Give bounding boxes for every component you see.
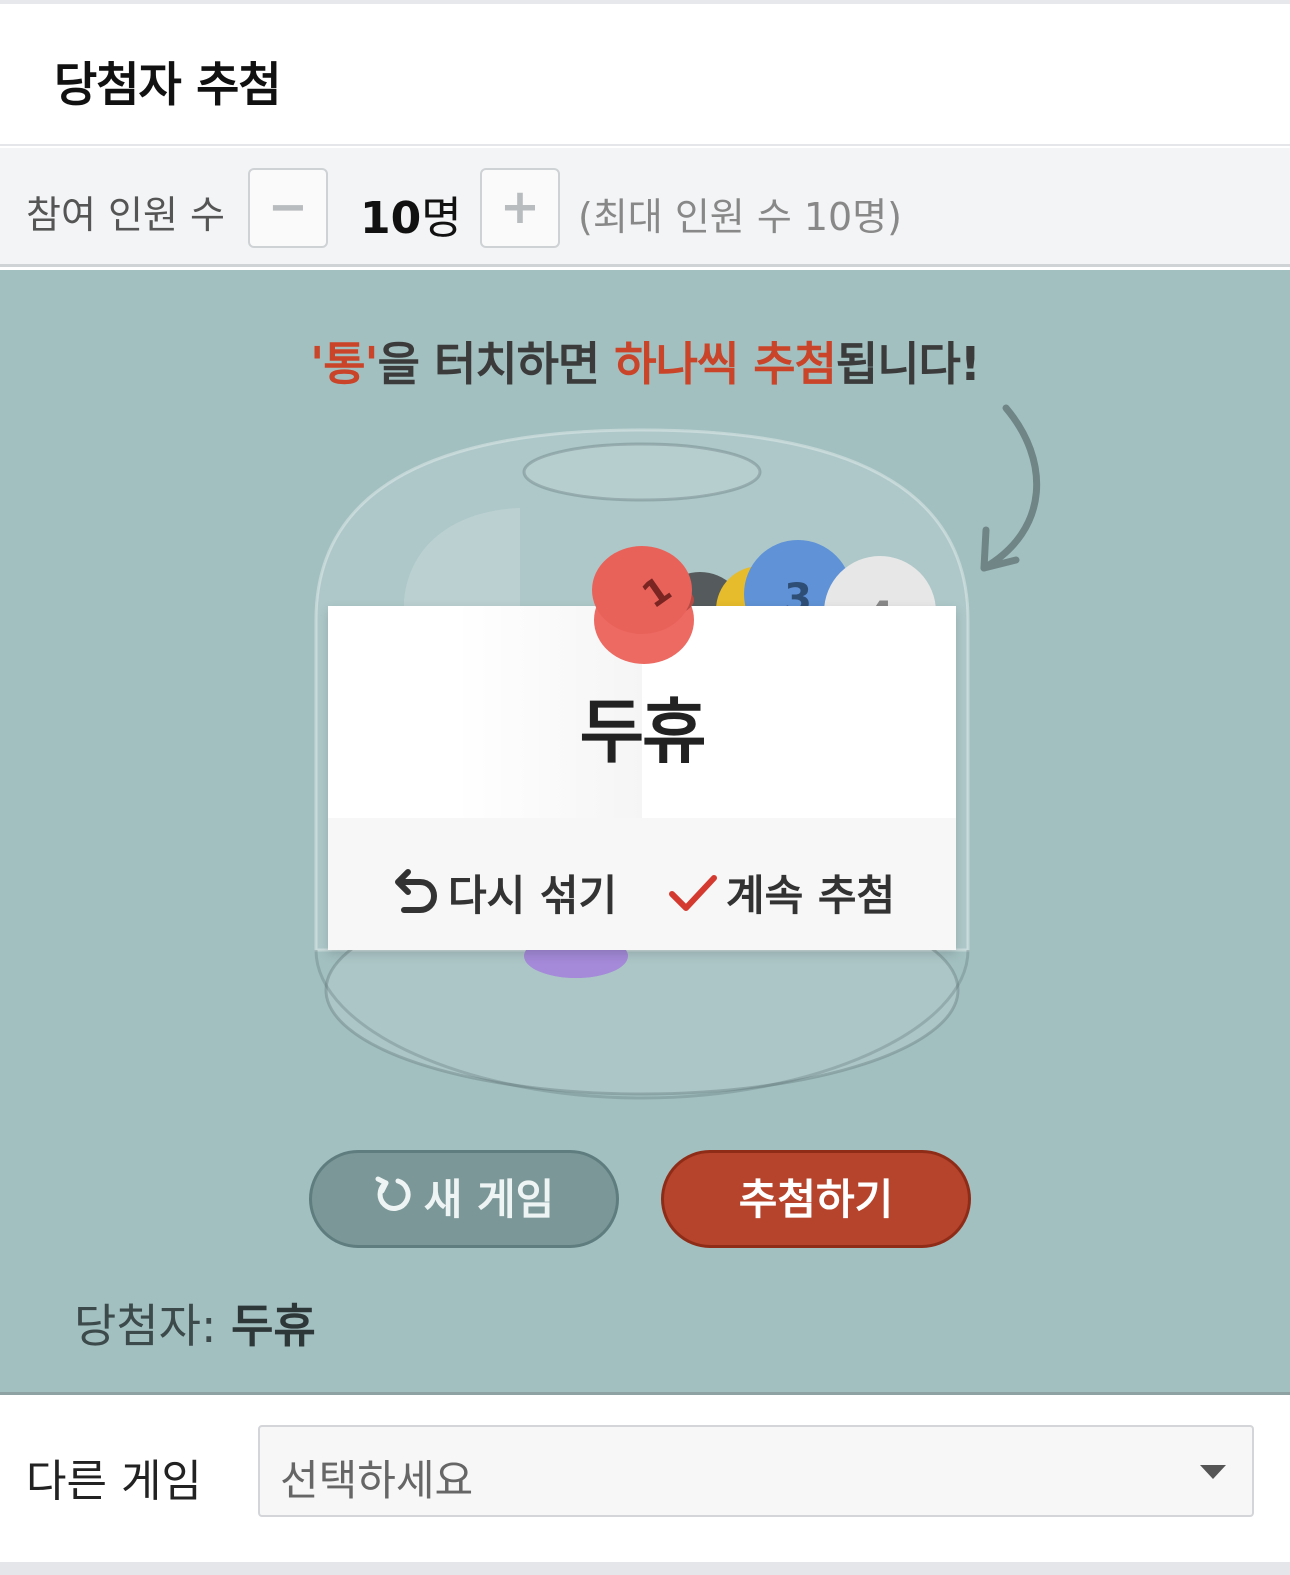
continue-draw-button[interactable]: 계속 추첨 bbox=[668, 862, 895, 923]
continue-draw-label: 계속 추첨 bbox=[726, 871, 896, 920]
page-header: 당첨자 추첨 bbox=[0, 4, 1290, 146]
winner-name: 두휴 bbox=[231, 1299, 316, 1353]
new-game-button[interactable]: 새 게임 bbox=[309, 1150, 619, 1248]
winner-prefix: 당첨자: bbox=[74, 1299, 217, 1353]
undo-icon bbox=[390, 868, 440, 918]
participant-count-value: 10명 bbox=[360, 182, 462, 246]
check-icon bbox=[668, 868, 718, 918]
page-title: 당첨자 추첨 bbox=[54, 58, 282, 113]
result-actions: 다시 섞기 계속 추첨 bbox=[328, 818, 956, 950]
decrease-button[interactable]: − bbox=[248, 168, 328, 248]
refresh-icon bbox=[374, 1152, 414, 1246]
other-game-section: 다른 게임 선택하세요 bbox=[0, 1392, 1290, 1562]
participant-count-bar: 참여 인원 수 − 10명 + (최대 인원 수 10명) bbox=[0, 148, 1290, 267]
ball-1: 1 bbox=[592, 546, 694, 664]
winner-summary: 당첨자: 두휴 bbox=[74, 1290, 316, 1356]
shuffle-again-button[interactable]: 다시 섞기 bbox=[390, 862, 617, 923]
instruction-part2: 됩니다! bbox=[835, 337, 981, 391]
instruction-part1: 을 터치하면 bbox=[377, 337, 615, 391]
instruction-quote: '통' bbox=[310, 337, 378, 391]
drawn-winner-name: 두휴 bbox=[579, 691, 707, 773]
other-game-label: 다른 게임 bbox=[26, 1456, 202, 1507]
participant-count-unit: 명 bbox=[421, 193, 462, 244]
caret-down-icon bbox=[1200, 1465, 1226, 1479]
draw-button[interactable]: 추첨하기 bbox=[661, 1150, 971, 1248]
draw-stage: '통'을 터치하면 하나씩 추첨됩니다! 3 4 두휴 bbox=[0, 270, 1290, 1392]
other-game-select[interactable]: 선택하세요 bbox=[258, 1425, 1254, 1517]
shuffle-again-label: 다시 섞기 bbox=[448, 871, 618, 920]
instruction-text: '통'을 터치하면 하나씩 추첨됩니다! bbox=[0, 328, 1290, 394]
instruction-highlight: 하나씩 추첨 bbox=[614, 337, 837, 391]
increase-button[interactable]: + bbox=[480, 168, 560, 248]
max-participants-note: (최대 인원 수 10명) bbox=[578, 195, 903, 239]
other-game-select-value: 선택하세요 bbox=[280, 1456, 474, 1505]
participant-count-label: 참여 인원 수 bbox=[26, 193, 225, 237]
arrow-curve-icon bbox=[980, 404, 1041, 572]
jar-opening bbox=[522, 442, 762, 502]
participant-count-number: 10 bbox=[360, 193, 422, 244]
bottom-strip bbox=[0, 1562, 1290, 1575]
new-game-label: 새 게임 bbox=[423, 1175, 555, 1224]
